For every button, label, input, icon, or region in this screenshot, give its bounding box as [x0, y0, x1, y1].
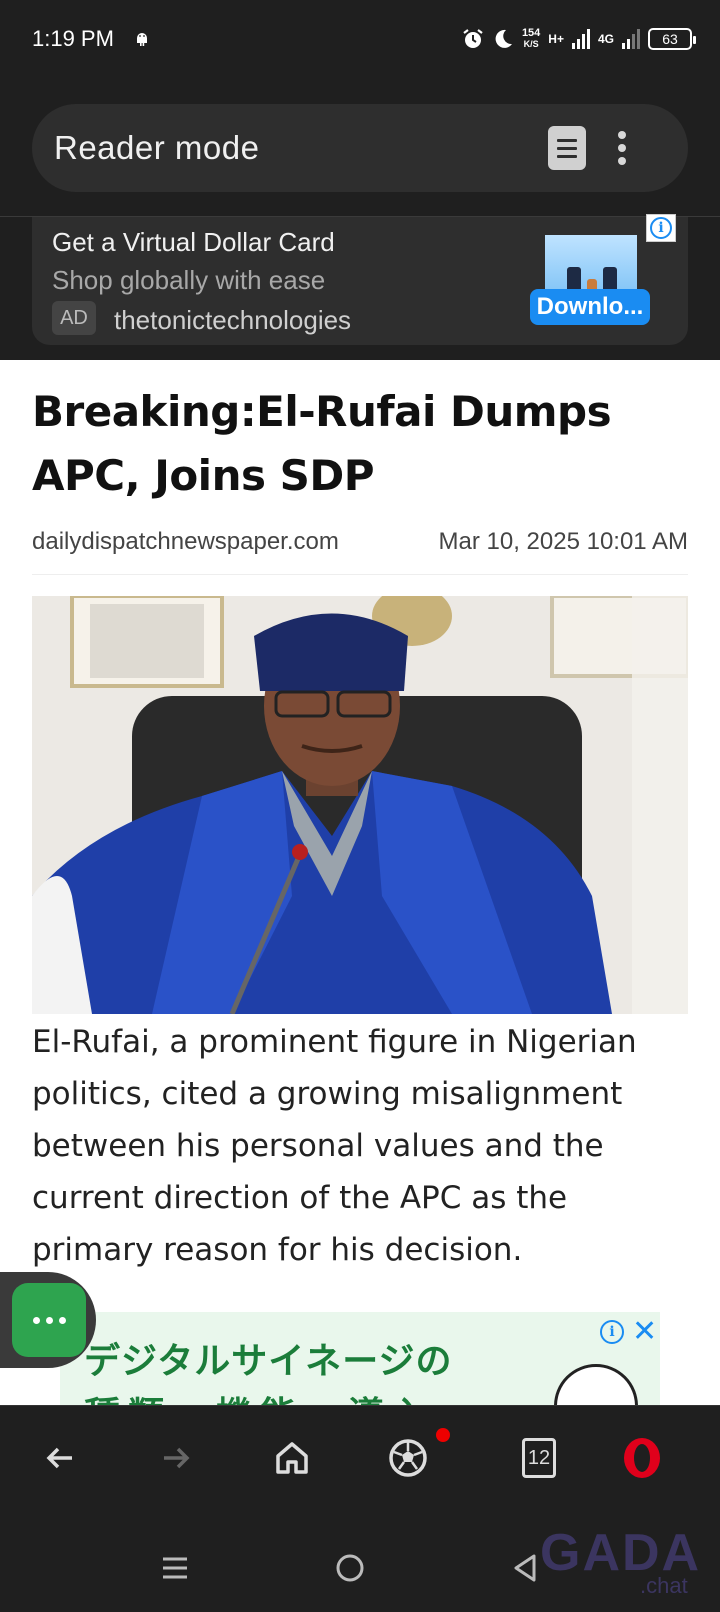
- alarm-icon: [463, 29, 483, 48]
- browser-bottom-nav: 12: [0, 1405, 720, 1515]
- floating-chat-button[interactable]: [0, 1272, 96, 1368]
- ad-thumbnail: [545, 235, 637, 297]
- back-button[interactable]: [36, 1434, 84, 1482]
- network-type-4g: 4G: [597, 32, 614, 46]
- overflow-menu-icon[interactable]: [612, 128, 632, 168]
- ad-download-button[interactable]: Downlo...: [530, 289, 650, 325]
- bottom-ad-line2: 種類、機能、導入: [84, 1386, 436, 1405]
- forward-arrow-icon: [164, 1447, 190, 1469]
- status-icons: 154 K/S H+ 4G 63: [462, 24, 696, 54]
- back-arrow-icon: [46, 1447, 72, 1469]
- signal-icon-1: [571, 29, 590, 49]
- status-bar: 1:19 PM 154 K/S H+ 4G 63: [0, 0, 720, 80]
- ad-info-icon[interactable]: i: [646, 214, 676, 242]
- android-debug-icon: [137, 33, 147, 46]
- opera-menu-button[interactable]: [618, 1434, 666, 1482]
- home-icon: [276, 1442, 308, 1474]
- article-source[interactable]: dailydispatchnewspaper.com: [32, 528, 339, 556]
- chat-more-icon[interactable]: [12, 1283, 86, 1357]
- home-button[interactable]: [268, 1434, 316, 1482]
- bottom-ad-close-icon[interactable]: ✕: [632, 1314, 657, 1349]
- article-date: Mar 10, 2025 10:01 AM: [438, 528, 689, 555]
- browser-toolbar: Reader mode: [0, 80, 720, 216]
- status-time: 1:19 PM: [32, 26, 114, 51]
- ad-title: Get a Virtual Dollar Card: [52, 227, 335, 257]
- bottom-ad-logo: [554, 1364, 638, 1405]
- bottom-ad-info-icon[interactable]: i: [600, 1320, 624, 1344]
- reader-mode-title: Reader mode: [54, 129, 260, 166]
- article: Breaking:El-Rufai Dumps APC, Joins SDP d…: [0, 360, 720, 1405]
- article-photo: [32, 596, 688, 1014]
- network-speed: 154 K/S: [521, 27, 541, 50]
- ad-badge: AD: [52, 301, 96, 335]
- network-type-hplus: H+: [548, 32, 564, 46]
- watermark-domain: .chat: [640, 1573, 688, 1598]
- ad-card[interactable]: Get a Virtual Dollar Card Shop globally …: [32, 217, 688, 345]
- opera-logo-icon: [624, 1438, 660, 1478]
- dnd-moon-icon: [495, 29, 512, 48]
- notification-dot: [436, 1428, 450, 1442]
- reader-mode-icon[interactable]: [548, 126, 586, 170]
- soccer-ball-icon: [389, 1439, 427, 1477]
- signal-icon-2: [622, 29, 640, 49]
- divider: [32, 574, 688, 575]
- recents-menu-icon[interactable]: [160, 1553, 190, 1583]
- tabs-button[interactable]: 12: [522, 1438, 556, 1478]
- article-body: El-Rufai, a prominent figure in Nigerian…: [32, 1024, 637, 1268]
- article-headline: Breaking:El-Rufai Dumps APC, Joins SDP: [32, 387, 612, 500]
- system-nav-bar: GADA .chat: [0, 1515, 720, 1612]
- ad-subtitle: Shop globally with ease: [52, 265, 326, 295]
- home-circle-icon[interactable]: [334, 1552, 366, 1584]
- back-triangle-icon[interactable]: [510, 1552, 540, 1584]
- ad-advertiser: thetonictechnologies: [114, 305, 352, 335]
- sports-button[interactable]: [384, 1434, 432, 1482]
- bottom-ad[interactable]: デジタルサイネージの 種類、機能、導入 i ✕: [60, 1312, 660, 1405]
- ad-banner[interactable]: Get a Virtual Dollar Card Shop globally …: [0, 216, 720, 360]
- bottom-ad-line1: デジタルサイネージの: [84, 1340, 453, 1381]
- reader-mode-bar[interactable]: Reader mode: [32, 104, 688, 192]
- battery-indicator: 63: [648, 28, 696, 50]
- forward-button[interactable]: [152, 1434, 200, 1482]
